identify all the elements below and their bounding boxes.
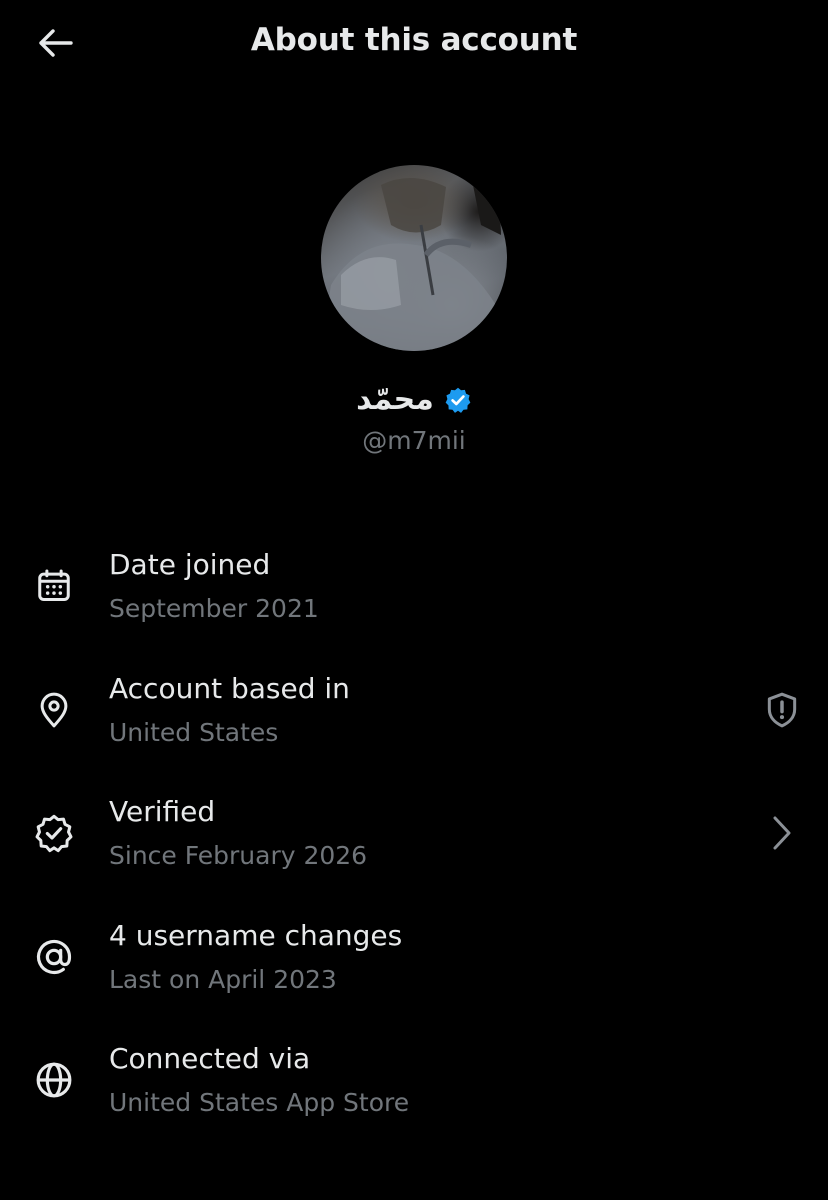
row-title: Connected via [109, 1042, 311, 1075]
row-subtitle: Since February 2026 [109, 841, 368, 870]
row-title: Verified [109, 795, 216, 828]
chevron-right-icon[interactable] [762, 811, 802, 855]
info-row-account-based-in: Account based in United States [0, 672, 828, 772]
display-name: محمّد [356, 382, 434, 417]
info-row-verified[interactable]: Verified Since February 2026 [0, 795, 828, 895]
avatar[interactable] [321, 165, 507, 351]
location-pin-icon [32, 688, 76, 732]
verified-badge-outline-icon [32, 811, 76, 855]
info-row-date-joined: Date joined September 2021 [0, 548, 828, 648]
row-subtitle: September 2021 [109, 594, 319, 623]
row-title: 4 username changes [109, 919, 403, 952]
globe-icon [32, 1058, 76, 1102]
top-bar: About this account [0, 0, 828, 88]
shield-alert-icon[interactable] [762, 688, 802, 732]
row-title: Date joined [109, 548, 271, 581]
row-title: Account based in [109, 672, 350, 705]
info-row-username-changes: 4 username changes Last on April 2023 [0, 919, 828, 1019]
info-row-connected-via: Connected via United States App Store [0, 1042, 828, 1142]
profile-name-row: محمّد [0, 382, 828, 417]
page-title: About this account [250, 22, 578, 58]
row-subtitle: United States [109, 718, 279, 747]
calendar-icon [32, 564, 76, 608]
verified-badge-icon [444, 386, 472, 414]
row-subtitle: Last on April 2023 [109, 965, 337, 994]
row-subtitle: United States App Store [109, 1088, 410, 1117]
at-sign-icon [32, 935, 76, 979]
profile-handle: @m7mii [362, 426, 466, 455]
